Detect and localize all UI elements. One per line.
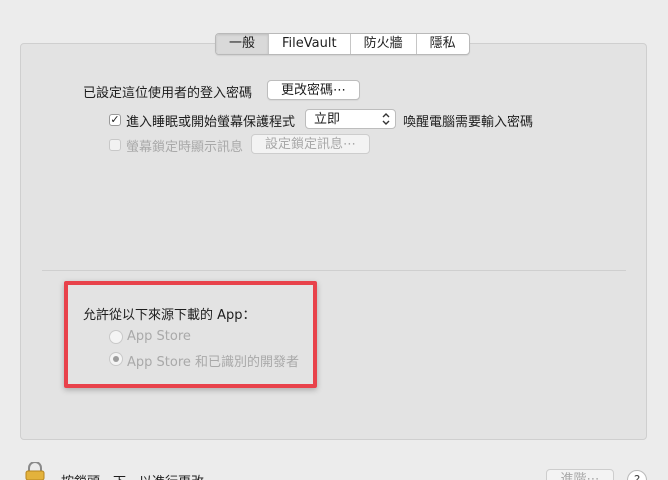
tab-bar: 一般 FileVault 防火牆 隱私 bbox=[215, 33, 470, 55]
tab-firewall[interactable]: 防火牆 bbox=[349, 34, 416, 54]
lock-hint-text: 按鎖頭一下，以進行更改。 bbox=[61, 471, 217, 480]
lock-icon[interactable] bbox=[24, 462, 46, 480]
tab-general[interactable]: 一般 bbox=[216, 34, 269, 54]
require-password-label: 進入睡眠或開始螢幕保護程式 bbox=[126, 115, 296, 130]
lock-message-checkbox[interactable] bbox=[109, 139, 121, 151]
change-password-button[interactable]: 更改密碼⋯ bbox=[267, 80, 360, 100]
checkmark-icon: ✓ bbox=[110, 113, 120, 126]
lock-message-label: 螢幕鎖定時顯示訊息 bbox=[126, 140, 244, 155]
require-password-checkbox[interactable]: ✓ bbox=[109, 114, 121, 126]
tab-privacy[interactable]: 隱私 bbox=[415, 34, 469, 54]
wake-password-label: 喚醒電腦需要輸入密碼 bbox=[403, 115, 534, 130]
section-divider bbox=[42, 270, 626, 271]
help-button[interactable]: ? bbox=[627, 470, 647, 480]
select-arrows-icon bbox=[382, 113, 390, 125]
password-status-label: 已設定這位使用者的登入密碼 bbox=[83, 86, 253, 101]
tab-filevault[interactable]: FileVault bbox=[268, 34, 350, 54]
password-delay-value: 立即 bbox=[314, 112, 341, 127]
highlight-box bbox=[64, 281, 317, 388]
advanced-button[interactable]: 進階⋯ bbox=[546, 469, 614, 480]
security-privacy-window: 一般 FileVault 防火牆 隱私 已設定這位使用者的登入密碼 更改密碼⋯ … bbox=[0, 0, 668, 480]
password-delay-select[interactable]: 立即 bbox=[305, 109, 396, 129]
set-lock-message-button[interactable]: 設定鎖定訊息⋯ bbox=[251, 134, 370, 154]
